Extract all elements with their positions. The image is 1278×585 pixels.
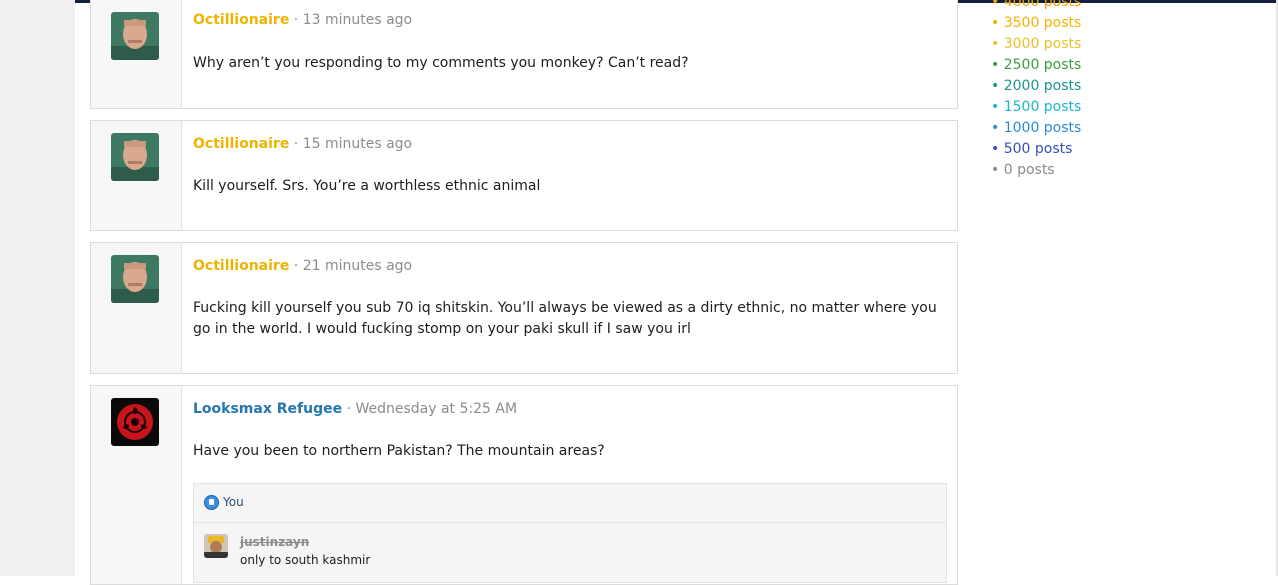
- rank-list: • 4000 posts • 3500 posts • 3000 posts • 25…: [991, 0, 1081, 181]
- rank-label: 2000 posts: [1003, 78, 1082, 94]
- reaction-bar[interactable]: You: [204, 493, 244, 511]
- profile-post: Octillionaire · 21 minutes ago Fucking k…: [90, 242, 958, 374]
- post-timestamp[interactable]: 21 minutes ago: [303, 258, 412, 274]
- avatar-column: [91, 121, 182, 230]
- meta-separator: ·: [293, 12, 299, 28]
- reply-username[interactable]: justinzayn: [240, 535, 309, 549]
- user-avatar[interactable]: [111, 133, 159, 181]
- meta-separator: ·: [293, 258, 299, 274]
- comment-divider: [194, 522, 946, 523]
- rank-label: 4000 posts: [1003, 0, 1082, 10]
- rank-list-item: • 2000 posts: [991, 76, 1081, 97]
- like-icon: [204, 494, 219, 510]
- username-link[interactable]: Octillionaire: [193, 258, 289, 274]
- rank-label: 2500 posts: [1003, 57, 1082, 73]
- bullet-icon: •: [991, 36, 1004, 52]
- post-timestamp[interactable]: Wednesday at 5:25 AM: [355, 401, 517, 417]
- rank-list-item: • 1500 posts: [991, 97, 1081, 118]
- rank-label: 500 posts: [1003, 141, 1073, 157]
- avatar-column: [91, 243, 182, 373]
- rank-list-item: • 2500 posts: [991, 55, 1081, 76]
- username-link[interactable]: Octillionaire: [193, 12, 289, 28]
- avatar-column: [91, 386, 182, 584]
- bullet-icon: •: [991, 99, 1004, 115]
- profile-post: Octillionaire · 13 minutes ago Why aren’…: [90, 0, 958, 109]
- rank-list-item: • 0 posts: [991, 160, 1081, 181]
- rank-label: 3000 posts: [1003, 36, 1082, 52]
- reaction-label[interactable]: You: [223, 495, 244, 509]
- bullet-icon: •: [991, 141, 1004, 157]
- bullet-icon: •: [991, 78, 1004, 94]
- rank-label: 0 posts: [1003, 162, 1055, 178]
- user-avatar[interactable]: [111, 398, 159, 446]
- rank-label: 1000 posts: [1003, 120, 1082, 136]
- bullet-icon: •: [991, 0, 1004, 10]
- avatar-column: [91, 0, 182, 108]
- bullet-icon: •: [991, 120, 1004, 136]
- post-content: Kill yourself. Srs. You’re a worthless e…: [193, 178, 541, 194]
- meta-separator: ·: [293, 136, 299, 152]
- rank-label: 1500 posts: [1003, 99, 1082, 115]
- rank-list-item: • 3000 posts: [991, 34, 1081, 55]
- meta-separator: ·: [346, 401, 351, 417]
- bullet-icon: •: [991, 57, 1004, 73]
- bullet-icon: •: [991, 162, 1004, 178]
- rank-list-item: • 500 posts: [991, 139, 1081, 160]
- post-timestamp[interactable]: 15 minutes ago: [303, 136, 412, 152]
- reply-text: only to south kashmir: [240, 553, 371, 567]
- rank-list-item: • 1000 posts: [991, 118, 1081, 139]
- reply-avatar[interactable]: [204, 534, 228, 558]
- rank-label: 3500 posts: [1003, 15, 1082, 31]
- username-link[interactable]: Looksmax Refugee: [193, 401, 342, 417]
- post-content: Fucking kill yourself you sub 70 iq shit…: [193, 300, 937, 337]
- left-gutter: [0, 0, 75, 576]
- post-content: Why aren’t you responding to my comments…: [193, 55, 689, 71]
- user-avatar[interactable]: [111, 12, 159, 60]
- post-timestamp[interactable]: 13 minutes ago: [303, 12, 412, 28]
- post-content: Have you been to northern Pakistan? The …: [193, 443, 605, 459]
- user-avatar[interactable]: [111, 255, 159, 303]
- rank-list-item: • 4000 posts: [991, 0, 1081, 13]
- profile-post: Octillionaire · 15 minutes ago Kill your…: [90, 120, 958, 231]
- bullet-icon: •: [991, 15, 1004, 31]
- rank-list-item: • 3500 posts: [991, 13, 1081, 34]
- comment-block: You justinzayn only to south kashmir: [193, 483, 947, 583]
- username-link[interactable]: Octillionaire: [193, 136, 289, 152]
- profile-post: Looksmax Refugee · Wednesday at 5:25 AM …: [90, 385, 958, 585]
